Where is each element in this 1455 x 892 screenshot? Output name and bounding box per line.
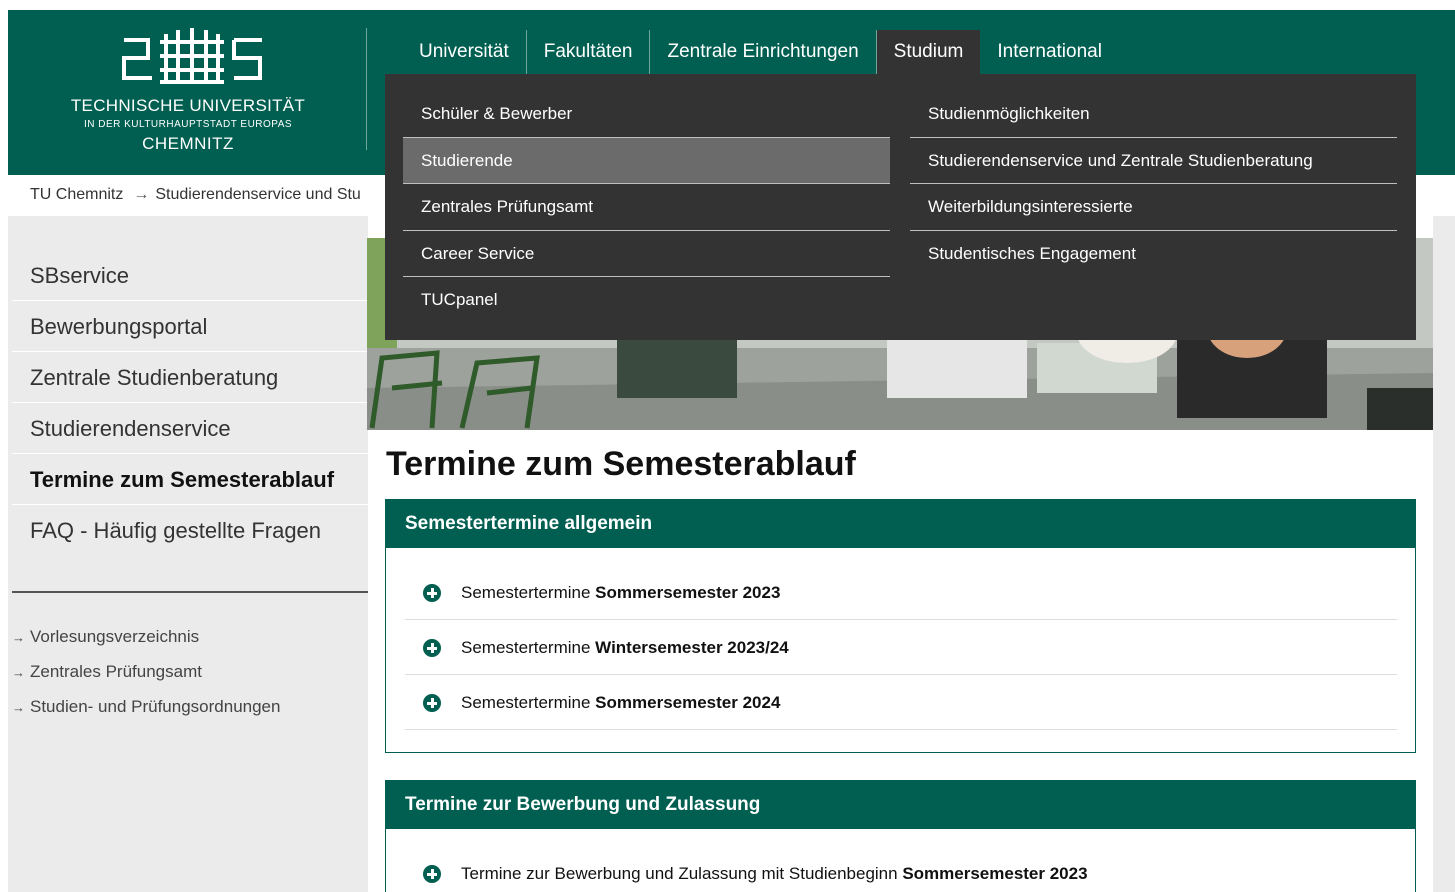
logo-line-1: TECHNISCHE UNIVERSITÄT <box>70 96 306 115</box>
menu-item-tucpanel[interactable]: TUCpanel <box>403 277 890 324</box>
arrow-right-icon: → <box>12 700 25 715</box>
plus-circle-icon <box>423 694 441 712</box>
header-divider <box>366 28 367 150</box>
section-semestertermine: Semestertermine allgemein Semestertermin… <box>385 499 1416 753</box>
breadcrumb-arrow-icon: → <box>133 186 150 203</box>
sidebar-link-label: Vorlesungsverzeichnis <box>30 627 200 646</box>
sidebar-item-sbservice[interactable]: SBservice <box>12 251 368 301</box>
dropdown-column-1: Schüler & Bewerber Studierende Zentrales… <box>403 91 890 324</box>
right-margin <box>1433 216 1455 892</box>
accordion-row-sose-2024[interactable]: Semestertermine Sommersemester 2024 <box>405 675 1397 730</box>
menu-item-zentrales-pruefungsamt[interactable]: Zentrales Prüfungsamt <box>403 184 890 231</box>
page-margin <box>0 0 8 892</box>
accordion-row-sose-2023[interactable]: Semestertermine Sommersemester 2023 <box>405 565 1397 620</box>
left-sidebar: SBservice Bewerbungsportal Zentrale Stud… <box>8 216 368 892</box>
dropdown-column-2: Studienmöglichkeiten Studierendenservice… <box>910 91 1397 277</box>
row-prefix: Termine zur Bewerbung und Zulassung mit … <box>461 864 903 883</box>
row-prefix: Semestertermine <box>461 693 596 712</box>
plus-circle-icon <box>423 639 441 657</box>
sidebar-link-label: Studien- und Prüfungsordnungen <box>30 697 281 716</box>
row-bold: Sommersemester 2024 <box>595 693 781 712</box>
row-bold: Sommersemester 2023 <box>902 864 1088 883</box>
university-logo[interactable]: TECHNISCHE UNIVERSITÄT IN DER KULTURHAUP… <box>8 10 368 175</box>
studium-dropdown-menu: Schüler & Bewerber Studierende Zentrales… <box>385 74 1416 340</box>
plus-circle-icon <box>423 584 441 602</box>
row-bold: Sommersemester 2023 <box>595 583 781 602</box>
section-heading: Termine zur Bewerbung und Zulassung <box>386 781 1415 829</box>
menu-item-studierende[interactable]: Studierende <box>403 137 890 184</box>
tu-chemnitz-logo-icon <box>122 28 262 84</box>
nav-tab-zentrale-einrichtungen[interactable]: Zentrale Einrichtungen <box>650 30 877 74</box>
logo-line-2: IN DER KULTURHAUPTSTADT EUROPAS <box>83 119 293 130</box>
arrow-right-icon: → <box>12 665 25 680</box>
sidebar-item-studierendenservice[interactable]: Studierendenservice <box>12 404 368 454</box>
logo-line-3: CHEMNITZ <box>142 134 234 153</box>
menu-item-career-service[interactable]: Career Service <box>403 231 890 277</box>
menu-item-studentisches-engagement[interactable]: Studentisches Engagement <box>910 231 1397 278</box>
accordion-row-bewerbung-sose-2023[interactable]: Termine zur Bewerbung und Zulassung mit … <box>405 846 1397 892</box>
nav-tab-studium[interactable]: Studium <box>876 30 981 74</box>
sidebar-item-faq[interactable]: FAQ - Häufig gestellte Fragen <box>12 506 368 556</box>
nav-tab-fakultaeten[interactable]: Fakultäten <box>527 30 651 74</box>
menu-item-schueler-bewerber[interactable]: Schüler & Bewerber <box>403 91 890 138</box>
sidebar-link-label: Zentrales Prüfungsamt <box>30 662 202 681</box>
arrow-right-icon: → <box>12 630 25 645</box>
sidebar-link-pruefungsamt[interactable]: → Zentrales Prüfungsamt <box>12 662 202 682</box>
menu-item-weiterbildung[interactable]: Weiterbildungsinteressierte <box>910 184 1397 231</box>
sidebar-link-ordnungen[interactable]: → Studien- und Prüfungsordnungen <box>12 697 280 717</box>
plus-circle-icon <box>423 865 441 883</box>
section-bewerbung-zulassung: Termine zur Bewerbung und Zulassung Term… <box>385 780 1416 892</box>
breadcrumb-item-current[interactable]: Studierendenservice und Stu <box>155 186 360 203</box>
row-prefix: Semestertermine <box>461 583 596 602</box>
menu-item-studienmoeglichkeiten[interactable]: Studienmöglichkeiten <box>910 91 1397 138</box>
breadcrumb-item-home[interactable]: TU Chemnitz <box>30 186 123 203</box>
accordion-row-wise-2023-24[interactable]: Semestertermine Wintersemester 2023/24 <box>405 620 1397 675</box>
nav-tab-universitaet[interactable]: Universität <box>402 30 527 74</box>
row-prefix: Semestertermine <box>461 638 596 657</box>
nav-tab-international[interactable]: International <box>980 30 1119 74</box>
section-heading: Semestertermine allgemein <box>386 500 1415 548</box>
sidebar-link-vorlesungsverzeichnis[interactable]: → Vorlesungsverzeichnis <box>12 627 199 647</box>
sidebar-item-zentrale-studienberatung[interactable]: Zentrale Studienberatung <box>12 353 368 403</box>
sidebar-item-bewerbungsportal[interactable]: Bewerbungsportal <box>12 302 368 352</box>
page-title: Termine zum Semesterablauf <box>386 445 856 483</box>
main-navigation: Universität Fakultäten Zentrale Einricht… <box>402 30 1119 74</box>
row-bold: Wintersemester 2023/24 <box>595 638 789 657</box>
menu-item-studierendenservice[interactable]: Studierendenservice und Zentrale Studien… <box>910 138 1397 184</box>
sidebar-divider <box>12 591 368 593</box>
sidebar-item-termine[interactable]: Termine zum Semesterablauf <box>12 455 368 505</box>
